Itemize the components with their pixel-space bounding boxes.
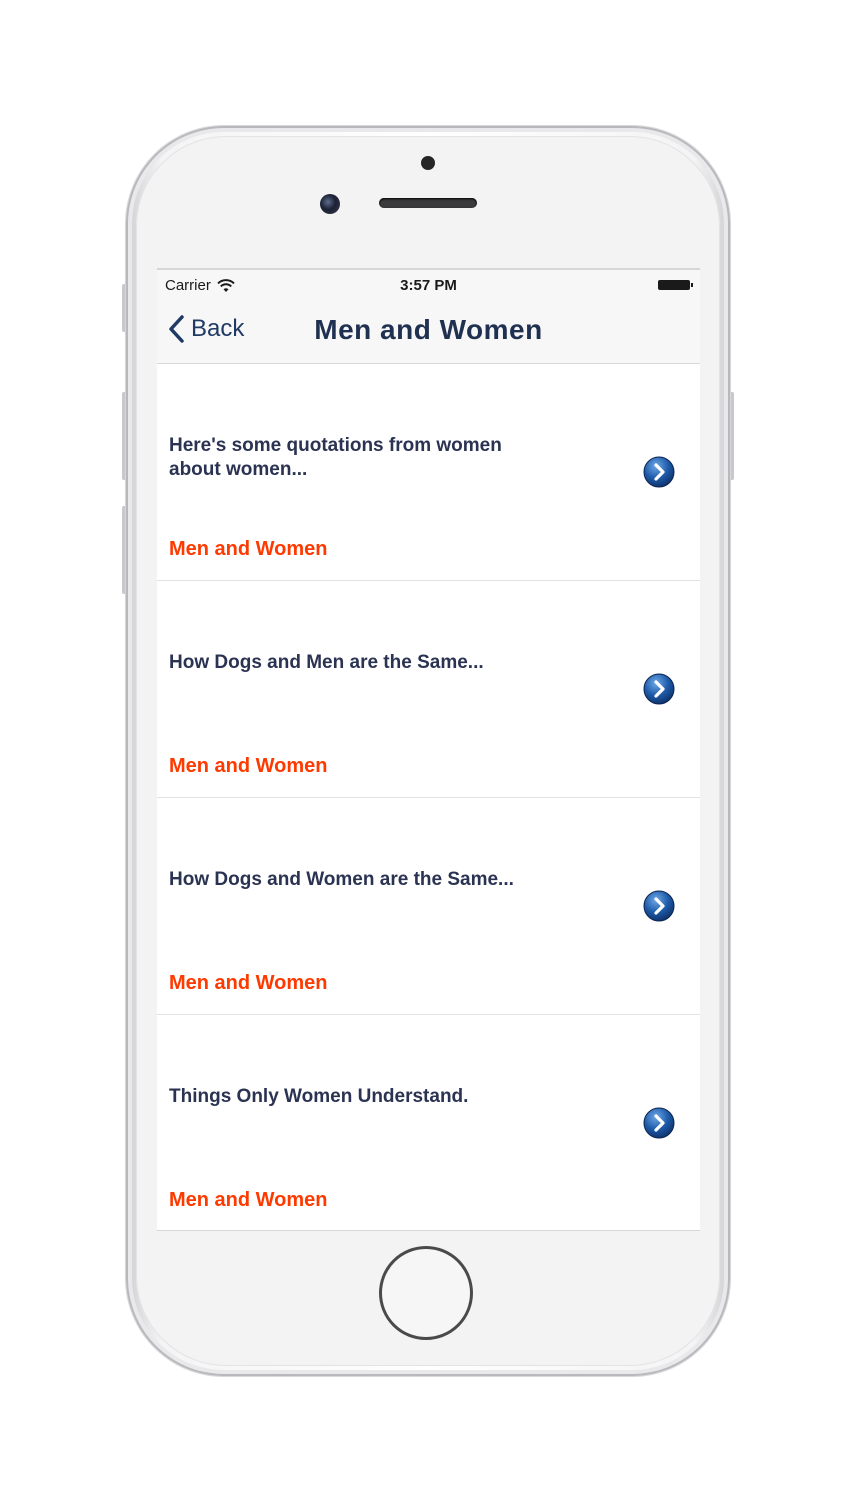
device-mockup: Carrier 3:57 PM Back Men and Women Here'… — [0, 0, 856, 1500]
page-title: Men and Women — [314, 314, 543, 345]
item-category: Men and Women — [169, 538, 328, 560]
screen: Carrier 3:57 PM Back Men and Women Here'… — [157, 268, 700, 1231]
navigation-bar: Back Men and Women — [157, 300, 700, 364]
list-item[interactable]: Here's some quotations from women about … — [157, 364, 700, 581]
home-button[interactable] — [379, 1246, 473, 1340]
chevron-right-circle-icon[interactable] — [643, 456, 675, 488]
item-title: Things Only Women Understand. — [169, 1086, 469, 1107]
list-item[interactable]: Things Only Women Understand. Men and Wo… — [157, 1015, 700, 1230]
item-title: Here's some quotations from women about … — [169, 435, 502, 480]
item-title: How Dogs and Women are the Same... — [169, 869, 514, 890]
item-title: How Dogs and Men are the Same... — [169, 652, 484, 673]
battery-icon — [658, 280, 693, 290]
chevron-right-circle-icon[interactable] — [643, 673, 675, 705]
item-category: Men and Women — [169, 972, 328, 994]
list-item[interactable]: How Dogs and Men are the Same... Men and… — [157, 581, 700, 798]
status-time: 3:57 PM — [400, 277, 457, 294]
item-category: Men and Women — [169, 1189, 328, 1211]
proximity-sensor — [421, 156, 435, 170]
front-camera — [320, 194, 340, 214]
status-bar: Carrier 3:57 PM — [157, 270, 700, 300]
list-item[interactable]: How Dogs and Women are the Same... Men a… — [157, 798, 700, 1015]
earpiece-speaker — [379, 198, 477, 208]
article-list: Here's some quotations from women about … — [157, 364, 700, 1230]
chevron-right-circle-icon[interactable] — [643, 890, 675, 922]
item-category: Men and Women — [169, 755, 328, 777]
chevron-right-circle-icon[interactable] — [643, 1107, 675, 1139]
